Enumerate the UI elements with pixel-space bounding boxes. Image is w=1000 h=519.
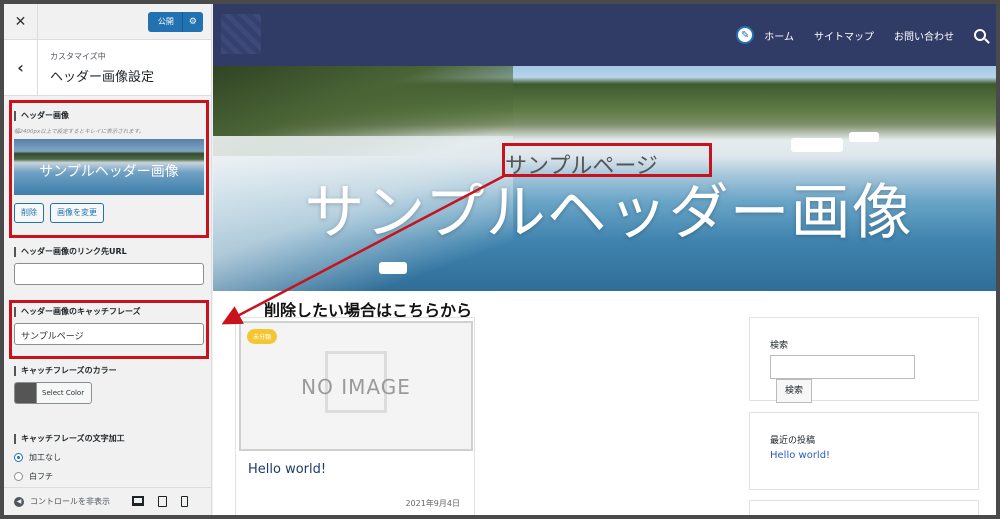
- mobile-preview-icon[interactable]: [181, 496, 188, 507]
- hide-controls-label: コントロールを非表示: [30, 497, 110, 506]
- search-button[interactable]: 検索: [776, 379, 813, 403]
- customizer-sidebar: ✕ 公開 ⚙ ‹ カスタマイズ中 ヘッダー画像設定 ヘッダー画像 幅2400px…: [4, 4, 212, 515]
- boat: [379, 262, 407, 274]
- radio-option-none[interactable]: 加工なし: [14, 452, 206, 463]
- close-icon[interactable]: ✕: [4, 4, 38, 40]
- radio-label-none: 加工なし: [29, 453, 61, 462]
- link-url-title: ヘッダー画像のリンク先URL: [14, 247, 206, 257]
- collapse-icon: ◀: [14, 496, 24, 507]
- nav-home[interactable]: ホーム: [764, 28, 794, 43]
- publish-button[interactable]: 公開 ⚙: [147, 11, 203, 32]
- radio-option-outline[interactable]: 白フチ: [14, 471, 206, 482]
- radio-label-outline: 白フチ: [29, 472, 53, 481]
- highlight-catchphrase-preview: [502, 143, 712, 177]
- link-url-control: ヘッダー画像のリンク先URL: [14, 247, 206, 285]
- search-widget: 検索 検索: [749, 317, 979, 403]
- category-badge[interactable]: 未分類: [247, 329, 278, 344]
- recent-posts-widget: 最近の投稿 Hello world!: [749, 412, 979, 490]
- catch-style-title: キャッチフレーズの文字加工: [14, 434, 206, 444]
- post-title[interactable]: Hello world!: [248, 462, 326, 477]
- link-url-input[interactable]: [14, 263, 204, 285]
- post-date: 2021年9月4日: [405, 499, 460, 508]
- site-logo[interactable]: [221, 14, 261, 54]
- catch-color-control: キャッチフレーズのカラー Select Color: [14, 366, 206, 404]
- next-widget: [749, 500, 979, 515]
- header-image: サンプルヘッダー画像 サンプルページ: [213, 66, 996, 291]
- publish-label[interactable]: 公開: [148, 11, 183, 32]
- tablet-preview-icon[interactable]: [158, 496, 167, 507]
- edit-shortcut-pencil-icon[interactable]: ✎: [736, 26, 755, 44]
- select-color-label: Select Color: [42, 389, 85, 397]
- gear-icon[interactable]: ⚙: [183, 17, 203, 27]
- search-widget-title: 検索: [770, 341, 789, 351]
- back-arrow-icon[interactable]: ‹: [4, 39, 38, 96]
- nav-contact[interactable]: お問い合わせ: [894, 28, 954, 43]
- post-card[interactable]: NO IMAGE 未分類 Hello world! 2021年9月4日: [235, 317, 475, 515]
- catch-color-title: キャッチフレーズのカラー: [14, 366, 206, 376]
- color-swatch: [15, 383, 37, 403]
- radio-selected-icon[interactable]: [14, 453, 23, 462]
- search-input[interactable]: [770, 355, 915, 379]
- screenshot-frame: ✕ 公開 ⚙ ‹ カスタマイズ中 ヘッダー画像設定 ヘッダー画像 幅2400px…: [0, 0, 1000, 519]
- customizer-footer: ◀ コントロールを非表示: [4, 487, 211, 515]
- recent-posts-title: 最近の投稿: [770, 436, 816, 446]
- nav-sitemap[interactable]: サイトマップ: [814, 28, 874, 43]
- section-subtitle: カスタマイズ中: [50, 51, 106, 61]
- highlight-catchphrase: [9, 300, 209, 359]
- boat: [849, 132, 879, 142]
- catch-style-control: キャッチフレーズの文字加工 加工なし 白フチ: [14, 434, 206, 482]
- radio-icon[interactable]: [14, 472, 23, 481]
- recent-post-link[interactable]: Hello world!: [770, 450, 958, 461]
- select-color-button[interactable]: Select Color: [14, 382, 92, 404]
- section-title: ヘッダー画像設定: [50, 69, 155, 85]
- desktop-preview-icon[interactable]: [132, 496, 144, 506]
- highlight-header-image: [9, 100, 209, 238]
- site-header: ✎ ホーム サイトマップ お問い合わせ: [213, 4, 996, 66]
- customizer-topbar: ✕ 公開 ⚙: [4, 4, 211, 40]
- hide-controls-button[interactable]: ◀ コントロールを非表示: [4, 496, 124, 507]
- section-header: ‹ カスタマイズ中 ヘッダー画像設定: [4, 39, 211, 96]
- global-nav: ✎ ホーム サイトマップ お問い合わせ: [736, 4, 986, 66]
- boat: [791, 138, 843, 152]
- site-preview: ✎ ホーム サイトマップ お問い合わせ サンプルヘッダー画像 サンプルページ 削…: [213, 4, 996, 515]
- search-icon[interactable]: [974, 29, 986, 41]
- post-thumbnail[interactable]: NO IMAGE 未分類: [239, 321, 473, 451]
- no-image-text: NO IMAGE: [301, 375, 411, 399]
